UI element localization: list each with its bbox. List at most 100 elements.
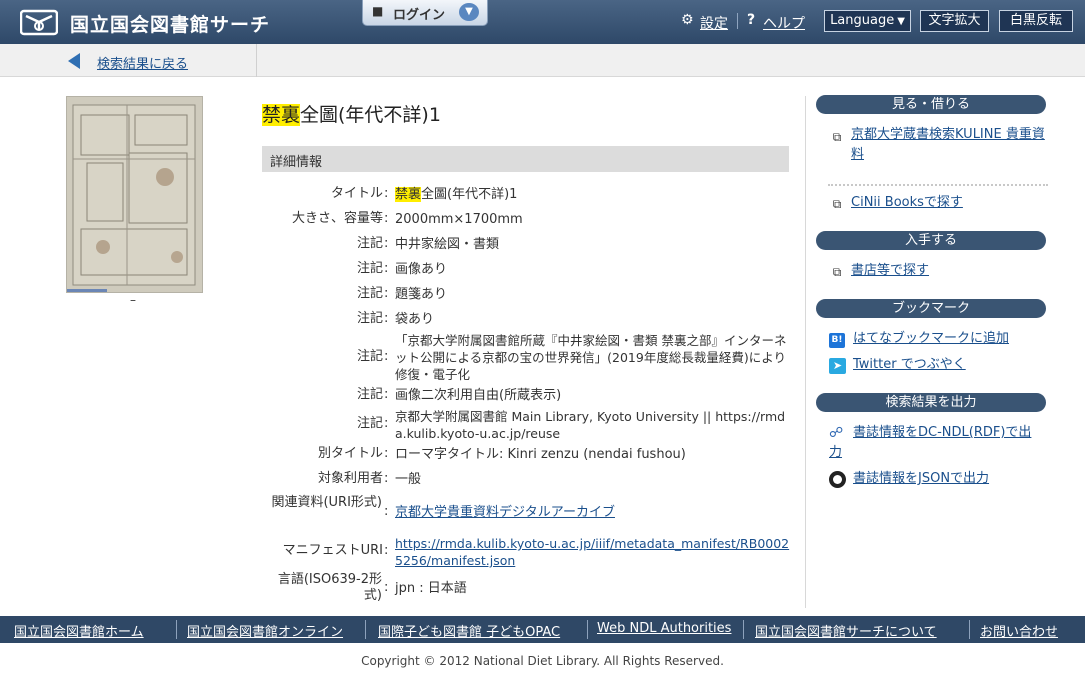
value-highlight: 禁裏: [395, 187, 422, 202]
back-bar: 検索結果に戻る: [0, 44, 1085, 77]
caret-down-icon: ▼: [897, 16, 905, 27]
field-colon: :: [384, 446, 389, 461]
footer-link-kodomo-opac[interactable]: 国際子ども図書館 子どもOPAC: [378, 621, 560, 640]
language-label: Language: [830, 13, 895, 28]
site-header: 国立国会図書館サーチ ■ ログイン ▼ ⚙ 設定 ? ヘルプ Language ▼…: [0, 0, 1085, 44]
thumbnail-caption: –: [130, 293, 136, 307]
field-label: 対象利用者: [317, 471, 383, 486]
gear-icon: ⚙: [681, 12, 694, 28]
external-link-icon: ⧉: [832, 197, 842, 211]
field-value: 京都大学附属図書館 Main Library, Kyoto University…: [395, 409, 786, 441]
site-title[interactable]: 国立国会図書館サーチ: [70, 10, 270, 37]
field-value: 「京都大学附属図書館所蔵『中井家絵図・書類 禁裏之部』インターネット公開による京…: [395, 333, 787, 382]
dotted-divider: [828, 184, 1048, 186]
help-link[interactable]: ヘルプ: [763, 13, 805, 33]
field-value: 一般: [395, 472, 422, 487]
footer-divider: [743, 620, 744, 639]
field-value: 2000mm×1700mm: [395, 212, 523, 227]
obtain-heading: 入手する: [816, 231, 1046, 250]
field-colon: :: [384, 504, 389, 519]
field-value: 画像二次利用自由(所蔵表示): [395, 388, 562, 403]
export-heading: 検索結果を出力: [816, 393, 1046, 412]
hatena-bookmark-icon: B!: [829, 333, 845, 348]
copyright-text: Copyright © 2012 National Diet Library. …: [361, 654, 724, 668]
hatena-bookmark-link[interactable]: はてなブックマークに追加: [853, 329, 1053, 349]
footer-link-web-ndl-authorities[interactable]: Web NDL Authorities: [597, 621, 731, 636]
record-thumbnail[interactable]: [66, 96, 203, 293]
cinii-link[interactable]: CiNii Booksで探す: [851, 193, 1051, 213]
invert-colors-button[interactable]: 白黒反転: [999, 10, 1073, 32]
field-label: 言語(ISO639-2形式): [277, 572, 382, 603]
field-label: タイトル: [330, 186, 383, 201]
field-colon: :: [384, 236, 389, 251]
json-icon: [829, 471, 846, 488]
external-link-icon: ⧉: [832, 265, 842, 279]
login-button[interactable]: ■ ログイン ▼: [362, 0, 488, 26]
detail-section-title: 詳細情報: [270, 155, 323, 170]
field-value: 題箋あり: [395, 287, 448, 302]
title-highlight: 禁裏: [262, 104, 301, 126]
field-colon: :: [384, 286, 389, 301]
field-value: 袋あり: [395, 312, 435, 327]
json-export-link[interactable]: 書誌情報をJSONで出力: [853, 469, 1053, 489]
ndl-logo-icon[interactable]: [20, 8, 58, 36]
field-label: 注記: [356, 261, 383, 276]
field-label: 注記: [356, 236, 383, 251]
field-colon: :: [384, 387, 389, 402]
field-colon: :: [384, 580, 389, 595]
field-colon: :: [384, 186, 389, 201]
field-label: 注記: [356, 311, 383, 326]
user-icon: ■: [372, 4, 384, 18]
value-text: 全圖(年代不詳)1: [421, 187, 518, 202]
field-value: 京都大学貴重資料デジタルアーカイブ: [395, 504, 791, 521]
chevron-down-icon: ▼: [459, 3, 479, 21]
settings-link[interactable]: 設定: [700, 13, 728, 33]
field-value: 画像あり: [395, 262, 448, 277]
field-label: 関連資料(URI形式): [271, 495, 382, 510]
external-link-icon: ⧉: [832, 130, 842, 144]
twitter-link[interactable]: Twitter でつぶやく: [853, 355, 1053, 375]
footer-link-about[interactable]: 国立国会図書館サーチについて: [755, 621, 937, 640]
field-label: 注記: [356, 286, 383, 301]
content-divider: [805, 96, 806, 608]
footer-divider: [587, 620, 588, 639]
manifest-uri-link[interactable]: https://rmda.kulib.kyoto-u.ac.jp/iiif/me…: [395, 536, 789, 568]
text-enlarge-button[interactable]: 文字拡大: [920, 10, 989, 32]
language-select[interactable]: Language ▼: [824, 10, 911, 32]
field-label: 別タイトル: [317, 446, 383, 461]
footer-divider: [176, 620, 177, 639]
field-label: 注記: [356, 349, 383, 364]
back-to-results-link[interactable]: 検索結果に戻る: [97, 53, 188, 72]
login-label: ログイン: [393, 8, 446, 23]
footer-divider: [969, 620, 970, 639]
view-borrow-heading: 見る・借りる: [816, 95, 1046, 114]
bookmark-heading: ブックマーク: [816, 299, 1046, 318]
footer-link-contact[interactable]: お問い合わせ: [980, 621, 1058, 640]
back-bar-divider: [256, 44, 257, 77]
rdf-export-link[interactable]: 書誌情報をDC-NDL(RDF)で出力: [829, 423, 1039, 463]
back-arrow-icon[interactable]: [68, 53, 80, 69]
field-colon: :: [384, 416, 389, 431]
field-label: 大きさ、容量等: [291, 211, 383, 226]
bookstore-link[interactable]: 書店等で探す: [851, 261, 1051, 281]
field-colon: :: [384, 311, 389, 326]
field-label: 注記: [356, 416, 383, 431]
map-thumbnail-image: [67, 97, 202, 292]
related-archive-link[interactable]: 京都大学貴重資料デジタルアーカイブ: [395, 505, 615, 520]
footer-divider: [365, 620, 366, 639]
field-value: https://rmda.kulib.kyoto-u.ac.jp/iiif/me…: [395, 535, 791, 569]
record-title: 禁裏全圖(年代不詳)1: [262, 100, 441, 127]
field-value: ローマ字タイトル: Kinri zenzu (nendai fushou): [395, 447, 686, 462]
title-text: 全圖(年代不詳)1: [300, 104, 441, 126]
footer-link-ndl-online[interactable]: 国立国会図書館オンライン: [187, 621, 343, 640]
kuline-link[interactable]: 京都大学蔵書検索KULINE 貴重資料: [851, 125, 1046, 165]
field-colon: :: [384, 349, 389, 364]
footer-link-ndl-home[interactable]: 国立国会図書館ホーム: [14, 621, 144, 640]
field-label: マニフェストURI: [282, 543, 383, 558]
field-value: 中井家絵図・書類: [395, 237, 500, 252]
field-colon: :: [384, 543, 389, 558]
field-colon: :: [384, 261, 389, 276]
field-label: 注記: [356, 387, 383, 402]
footer-nav: 国立国会図書館ホーム 国立国会図書館オンライン 国際子ども図書館 子どもOPAC…: [0, 616, 1085, 643]
field-value: 禁裏全圖(年代不詳)1: [395, 186, 791, 203]
